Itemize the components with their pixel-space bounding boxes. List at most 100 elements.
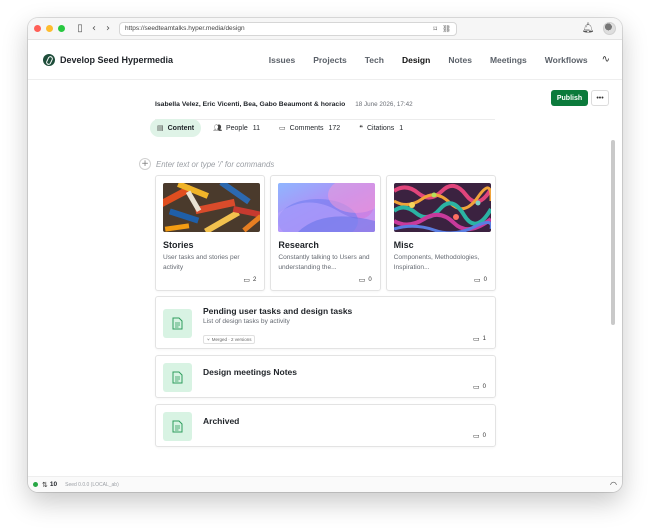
comment-count: 2 <box>252 277 257 283</box>
document-icon <box>172 317 183 330</box>
browser-toolbar-right: 🔔︎ <box>581 22 616 35</box>
tab-label: Citations <box>366 124 395 132</box>
nav-item-meetings[interactable]: Meetings <box>490 55 527 65</box>
badge-label: Merged · 2 versions <box>211 337 252 342</box>
card-comment-count: ▭ 0 <box>474 276 487 284</box>
add-block-button[interactable]: + <box>139 158 151 170</box>
link-icon[interactable]: ⛓ <box>442 25 451 33</box>
nav-item-design[interactable]: Design <box>402 55 430 65</box>
back-icon[interactable]: ‹ <box>87 23 101 34</box>
card-research[interactable]: Research Constantly talking to Users and… <box>270 175 381 291</box>
document-icon <box>172 371 183 384</box>
tab-label: Content <box>167 124 195 132</box>
comment-icon: ▭ <box>473 335 480 343</box>
main-nav: Issues Projects Tech Design Notes Meetin… <box>251 54 610 65</box>
document-main: Isabella Velez, Eric Vicenti, Bea, Gabo … <box>28 80 622 476</box>
comment-count: 0 <box>483 277 487 283</box>
sidebar-toggle-icon[interactable]: ▯ <box>73 23 87 34</box>
citation-icon: ❝ <box>359 124 363 132</box>
editor-row: + Enter text or type '/' for commands <box>139 158 274 170</box>
editor-placeholder[interactable]: Enter text or type '/' for commands <box>156 160 274 169</box>
activity-icon[interactable]: ∿ <box>602 54 610 65</box>
list-item-archived[interactable]: Archived ▭ 0 <box>155 404 496 447</box>
list-item-title: Pending user tasks and design tasks <box>203 306 353 316</box>
document-thumbnail <box>163 412 192 441</box>
card-description: Constantly talking to Users and understa… <box>278 254 370 271</box>
tab-people[interactable]: 👥︎ People 11 <box>206 119 267 137</box>
peer-count: 10 <box>49 481 58 488</box>
document-authors[interactable]: Isabella Velez, Eric Vicenti, Bea, Gabo … <box>155 101 345 108</box>
nav-item-notes[interactable]: Notes <box>448 55 472 65</box>
comment-icon: ▭ <box>473 383 480 391</box>
site-header: Develop Seed Hypermedia Issues Projects … <box>28 40 622 80</box>
user-avatar[interactable] <box>603 22 616 35</box>
card-image <box>393 183 491 232</box>
card-description: Components, Methodologies, Inspiration..… <box>393 254 480 271</box>
nav-item-issues[interactable]: Issues <box>269 55 295 65</box>
card-title: Misc <box>393 240 414 250</box>
vertical-scrollbar[interactable] <box>611 140 615 325</box>
site-title[interactable]: Develop Seed Hypermedia <box>60 55 173 65</box>
card-stories[interactable]: Stories User tasks and stories per activ… <box>155 175 266 291</box>
document-thumbnail <box>163 309 192 338</box>
misc-artwork <box>393 183 491 232</box>
document-meta: Isabella Velez, Eric Vicenti, Bea, Gabo … <box>155 90 495 120</box>
list-item-title: Design meetings Notes <box>203 367 297 377</box>
comment-icon: ▭ <box>474 276 481 284</box>
sync-icon[interactable]: ⇅ <box>42 481 48 489</box>
publish-button[interactable]: Publish <box>551 90 588 106</box>
document-thumbnail <box>163 363 192 392</box>
stories-artwork <box>163 183 260 232</box>
tab-citations[interactable]: ❝ Citations 1 <box>352 119 410 137</box>
tab-label: People <box>225 124 248 132</box>
card-title: Stories <box>163 240 194 250</box>
list-item-comment-count: ▭ 0 <box>473 432 486 440</box>
window-controls <box>34 25 65 32</box>
tab-content[interactable]: ▤ Content <box>150 119 202 137</box>
forward-icon[interactable]: › <box>101 23 115 34</box>
card-title: Research <box>278 240 319 250</box>
nav-item-workflows[interactable]: Workflows <box>545 55 588 65</box>
close-window-button[interactable] <box>34 25 41 32</box>
tab-comments[interactable]: ▭ Comments 172 <box>272 119 347 137</box>
card-misc[interactable]: Misc Components, Methodologies, Inspirat… <box>385 175 496 291</box>
list-item-comment-count: ▭ 1 <box>473 335 486 343</box>
help-icon[interactable]: ◠ <box>610 480 617 489</box>
content-icon: ▤ <box>157 124 164 132</box>
research-artwork <box>278 183 376 232</box>
merged-versions-badge[interactable]: ⑂ Merged · 2 versions <box>203 335 256 344</box>
url-text[interactable]: https://seedteamtalks.hyper.media/design <box>125 25 429 32</box>
comment-icon: ▭ <box>473 432 480 440</box>
bookmark-icon[interactable]: ⌑ <box>434 25 438 33</box>
list-item-pending-tasks[interactable]: Pending user tasks and design tasks List… <box>155 296 496 349</box>
card-comment-count: ▭ 0 <box>359 276 372 284</box>
list-item-design-meetings[interactable]: Design meetings Notes ▭ 0 <box>155 355 496 398</box>
status-footer: ⇅ 10 Seed 0.0.0 (LOCAL_ab) ◠ <box>28 476 622 492</box>
comment-icon: ▭ <box>279 124 286 132</box>
comment-count: 0 <box>482 433 486 439</box>
more-options-button[interactable]: ••• <box>591 90 609 106</box>
comment-icon: ▭ <box>358 276 366 284</box>
url-bar[interactable]: https://seedteamtalks.hyper.media/design… <box>119 21 457 36</box>
minimize-window-button[interactable] <box>46 25 53 32</box>
tab-count: 172 <box>328 124 341 132</box>
card-description: User tasks and stories per activity <box>163 254 240 271</box>
comment-count: 1 <box>482 336 486 342</box>
list-item-subtitle: List of design tasks by activity <box>203 318 290 325</box>
card-image <box>278 183 376 232</box>
app-version: Seed 0.0.0 (LOCAL_ab) <box>65 481 119 488</box>
zoom-window-button[interactable] <box>58 25 65 32</box>
tab-label: Comments <box>289 124 324 132</box>
comment-count: 0 <box>482 384 486 390</box>
document-icon <box>172 420 183 433</box>
connection-status-icon <box>33 482 38 487</box>
list-item-title: Archived <box>203 416 240 426</box>
site-logo-icon[interactable] <box>43 53 55 66</box>
card-comment-count: ▭ 2 <box>243 276 256 284</box>
comment-count: 0 <box>368 277 372 283</box>
document-date: 18 June 2026, 17:42 <box>355 101 413 108</box>
nav-item-tech[interactable]: Tech <box>365 55 384 65</box>
browser-window: ▯ ‹ › https://seedteamtalks.hyper.media/… <box>28 18 622 492</box>
nav-item-projects[interactable]: Projects <box>313 55 347 65</box>
notification-bell-icon[interactable]: 🔔︎ <box>581 23 595 34</box>
